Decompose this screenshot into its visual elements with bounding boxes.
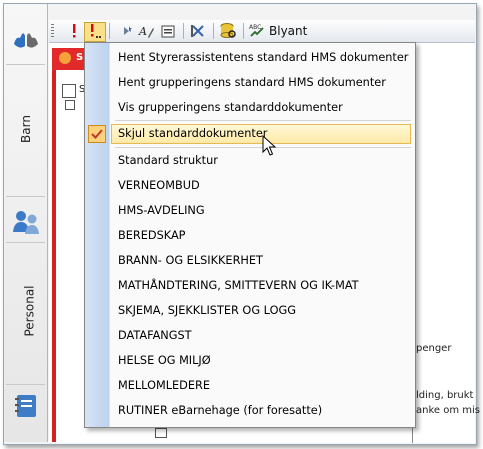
menu-item-hent-gruppering[interactable]: Hent grupperingens standard HMS dokument… [111,73,411,93]
blyant-label: Blyant [269,24,308,38]
cut-arrow-icon[interactable] [188,22,208,40]
menu-item-mathandtering[interactable]: MATHÅNDTERING, SMITTEVERN OG IK-MAT [111,276,411,296]
menu-item-beredskap[interactable]: BEREDSKAP [111,226,411,246]
menu-item-brann-elsikkerhet[interactable]: BRANN- OG ELSIKKERHET [111,251,411,271]
menu-item-verneombud[interactable]: VERNEOMBUD [111,176,411,196]
menu-gutter [85,43,109,427]
menu-item-helse-miljo[interactable]: HELSE OG MILJØ [111,351,411,371]
notebook-icon[interactable] [10,390,42,422]
menu-item-mellomledere[interactable]: MELLOMLEDERE [111,376,411,396]
document-left-stripe [52,70,56,442]
nav-personal[interactable]: Personal [4,285,47,336]
menu-item-standard-struktur[interactable]: Standard struktur [111,151,411,171]
toolbar-grip-icon[interactable] [51,24,54,38]
people-icon[interactable] [10,206,42,238]
menu-item-skjema[interactable]: SKJEMA, SJEKKLISTER OG LOGG [111,301,411,321]
exclamation-dots-icon[interactable] [84,22,106,42]
menu-item-hms-avdeling[interactable]: HMS-AVDELING [111,201,411,221]
menu-item-datafangst[interactable]: DATAFANGST [111,326,411,346]
left-navigation: Barn Personal [4,4,48,442]
menu-item-vis-gruppering[interactable]: Vis grupperingens standarddokumenter [111,98,411,118]
hands-icon[interactable] [10,26,42,58]
svg-text:A: A [138,25,147,38]
tree-expand-icon[interactable] [65,100,75,110]
svg-text:ABC: ABC [249,24,261,31]
menu-item-hent-styrerassistent[interactable]: Hent Styrerassistentens standard HMS dok… [111,48,411,68]
abc-spellcheck-icon[interactable]: ABC [247,22,267,40]
properties-icon[interactable] [158,22,178,40]
toolbar: A ABC Blyant [49,20,475,43]
exclamation-icon[interactable] [67,22,81,40]
blyant-button[interactable]: Blyant [269,22,319,40]
check-icon [88,125,106,143]
menu-item-rutiner-ebarnehage[interactable]: RUTINER eBarnehage (for foresatte) [111,401,411,421]
document-icon [155,428,167,438]
arrow-star-icon[interactable] [114,22,134,40]
nav-barn[interactable]: Barn [4,115,47,143]
mouse-cursor-icon [262,135,277,156]
book-icon [62,84,76,98]
dropdown-menu: Hent Styrerassistentens standard HMS dok… [84,42,416,428]
menu-item-skjul-standarddokumenter[interactable]: Skjul standarddokumenter [111,124,411,144]
database-search-icon[interactable] [218,22,238,40]
pencil-a-icon[interactable]: A [136,22,156,40]
